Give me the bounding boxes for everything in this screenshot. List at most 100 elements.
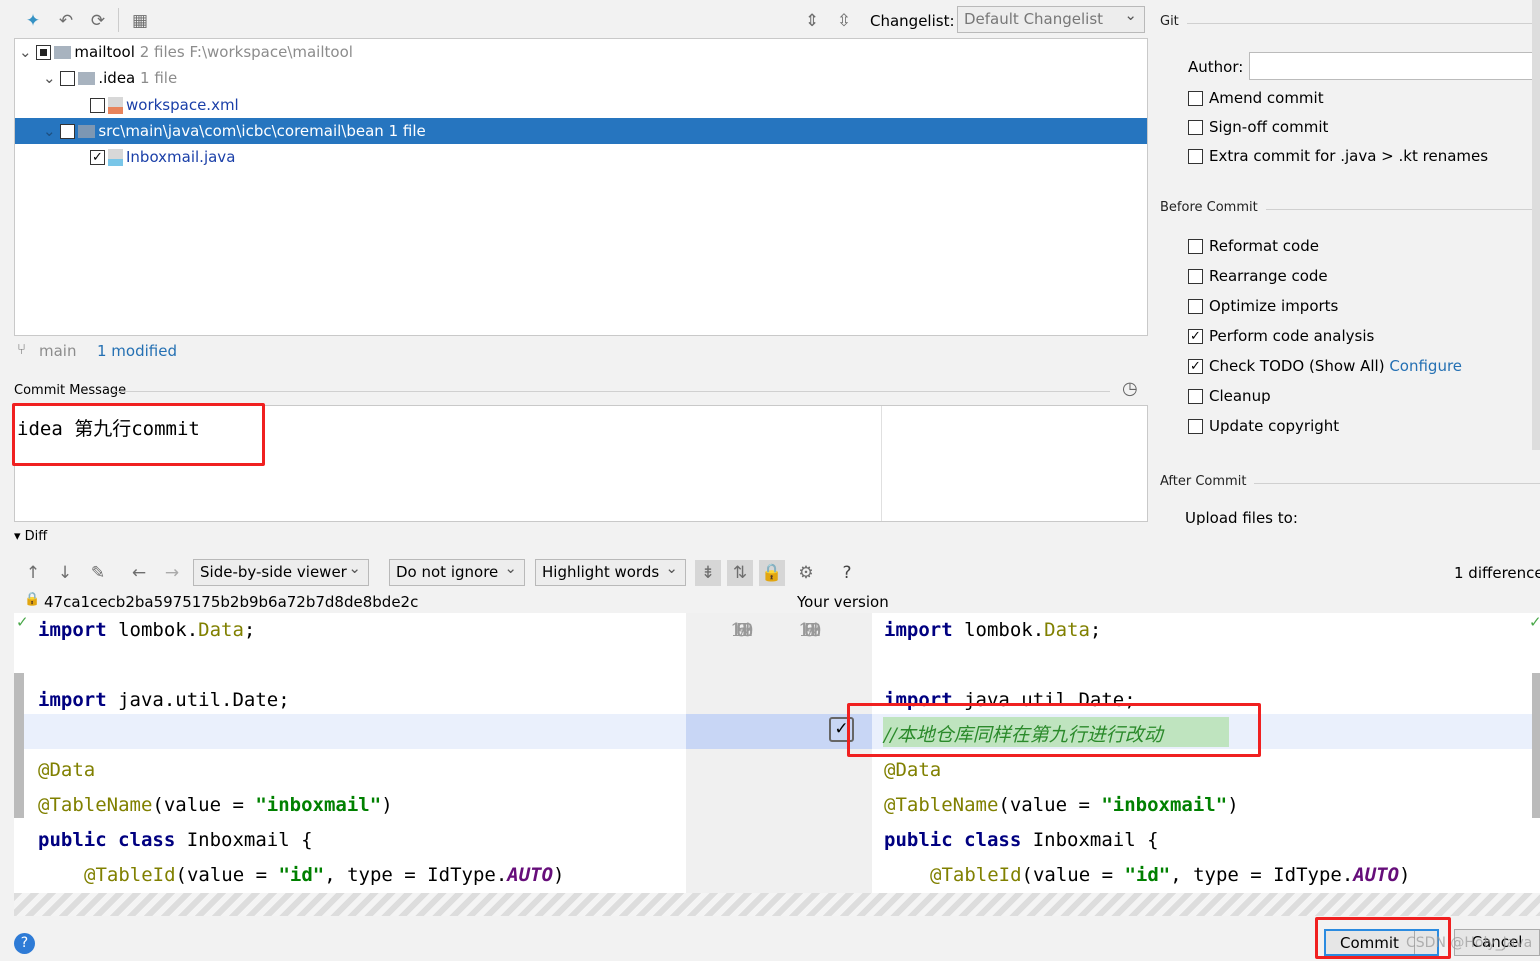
tree-row-mailtool[interactable]: ⌄ mailtool 2 files F:\workspace\mailtool: [15, 39, 1147, 65]
option-label: Amend commit: [1209, 89, 1324, 107]
changelist-dropdown[interactable]: Default Changelist: [957, 3, 1145, 33]
code-analysis-option[interactable]: Perform code analysis: [1188, 327, 1374, 345]
checkbox[interactable]: [1188, 269, 1203, 284]
code-token: ): [1399, 864, 1411, 886]
collapse-all-icon[interactable]: ⇳: [833, 11, 855, 31]
check-todo-option[interactable]: Check TODO (Show All) Configure: [1188, 357, 1462, 375]
checkbox-mailtool[interactable]: [36, 45, 52, 60]
collapse-unchanged-icon[interactable]: ⇟: [695, 560, 721, 586]
configure-link[interactable]: Configure: [1389, 357, 1462, 375]
back-icon[interactable]: ←: [128, 563, 150, 583]
edit-icon[interactable]: ✎: [87, 563, 109, 583]
tree-row-bean[interactable]: ⌄ src\main\java\com\icbc\coremail\bean 1…: [15, 118, 1147, 144]
code-token: lombok.: [106, 619, 199, 641]
highlight-dropdown[interactable]: Highlight words: [535, 556, 686, 586]
rearrange-option[interactable]: Rearrange code: [1188, 267, 1328, 285]
checkbox[interactable]: [1188, 359, 1203, 374]
ignore-dropdown[interactable]: Do not ignore: [389, 556, 525, 586]
undo-icon[interactable]: ↶: [55, 11, 77, 31]
tree-row-workspace[interactable]: workspace.xml: [15, 92, 1147, 118]
collapse-icon[interactable]: ✦: [22, 11, 44, 31]
branch-name[interactable]: main: [39, 342, 76, 360]
reformat-option[interactable]: Reformat code: [1188, 237, 1319, 255]
checkbox-bean[interactable]: [60, 124, 76, 139]
code-token: "id": [278, 864, 325, 886]
diff-viewer[interactable]: ✓ ✓ ✓ import lombok.Data; import java.ut…: [14, 613, 1540, 916]
code-token: ): [553, 864, 565, 886]
java-file-icon: [108, 149, 123, 166]
right-margin: [881, 406, 882, 521]
checkbox[interactable]: [1188, 419, 1203, 434]
code-token: (value =: [175, 864, 279, 886]
checkbox-workspace[interactable]: [90, 98, 105, 113]
next-diff-icon[interactable]: ↓: [54, 563, 76, 583]
code-token: , type = IdType.: [1170, 864, 1354, 886]
changelist-label: Changelist:: [870, 12, 955, 30]
sign-off-option[interactable]: Sign-off commit: [1188, 118, 1328, 136]
option-label: Update copyright: [1209, 417, 1340, 435]
collapsed-region[interactable]: [14, 893, 1540, 916]
tree-row-idea[interactable]: ⌄ .idea 1 file: [15, 65, 1147, 91]
node-name: workspace.xml: [126, 96, 239, 114]
gutter: [686, 613, 872, 916]
code-token: AUTO: [1353, 864, 1400, 886]
expand-all-icon[interactable]: ⇕: [801, 11, 823, 31]
viewer-dropdown[interactable]: Side-by-side viewer: [193, 556, 369, 586]
extra-commit-option[interactable]: Extra commit for .java > .kt renames: [1188, 147, 1488, 165]
code-token: (value =: [998, 794, 1102, 816]
help-button[interactable]: ?: [14, 933, 35, 954]
code-token: Data: [198, 619, 244, 641]
checkbox[interactable]: [1188, 389, 1203, 404]
update-copyright-option[interactable]: Update copyright: [1188, 417, 1339, 435]
author-input[interactable]: [1249, 52, 1540, 80]
help-icon[interactable]: ?: [836, 563, 858, 583]
code-token: java.util.Date;: [106, 689, 290, 711]
code-token: ;: [1089, 619, 1102, 641]
before-commit-label: Before Commit: [1160, 200, 1540, 215]
code-token: Inboxmail {: [1021, 829, 1159, 851]
tree-row-inboxmail[interactable]: Inboxmail.java: [15, 144, 1147, 170]
watermark: CSDN @Holy_Java: [1406, 935, 1533, 951]
changed-line-left: [14, 714, 686, 749]
highlight-box: [12, 403, 265, 466]
group-by-icon[interactable]: ▦: [129, 11, 151, 31]
code-token: ): [1227, 794, 1239, 816]
right-scrollbar[interactable]: [1532, 673, 1540, 818]
option-label: Check TODO (Show All): [1209, 357, 1385, 375]
code-token: lombok.: [952, 619, 1045, 641]
checkbox[interactable]: [1188, 239, 1203, 254]
checkbox[interactable]: [1188, 120, 1203, 135]
option-label: Rearrange code: [1209, 267, 1328, 285]
sync-scroll-icon[interactable]: ⇅: [727, 560, 753, 586]
amend-commit-option[interactable]: Amend commit: [1188, 89, 1324, 107]
checkbox-inboxmail[interactable]: [90, 150, 105, 165]
scrollbar[interactable]: [1532, 0, 1540, 450]
folder-icon: [78, 125, 96, 138]
diff-label: Diff: [24, 529, 48, 544]
node-path: F:\workspace\mailtool: [189, 43, 353, 61]
settings-gear-icon[interactable]: ⚙: [795, 563, 817, 583]
code-token: "inboxmail": [255, 794, 382, 816]
diff-toggle[interactable]: ▾ Diff: [14, 529, 47, 544]
checkbox[interactable]: [1188, 91, 1203, 106]
author-label: Author:: [1188, 58, 1244, 76]
checkbox[interactable]: [1188, 329, 1203, 344]
refresh-icon[interactable]: ⟳: [87, 11, 109, 31]
upload-files-label: Upload files to:: [1185, 509, 1298, 525]
lock-icon[interactable]: 🔒: [759, 560, 785, 586]
optimize-imports-option[interactable]: Optimize imports: [1188, 297, 1338, 315]
checkbox-idea[interactable]: [60, 71, 76, 86]
modified-link[interactable]: 1 modified: [97, 342, 177, 360]
module-icon: [54, 46, 72, 59]
forward-icon[interactable]: →: [161, 563, 183, 583]
checkbox[interactable]: [1188, 299, 1203, 314]
code-token: ): [381, 794, 393, 816]
code-token: "inboxmail": [1101, 794, 1228, 816]
left-scrollbar[interactable]: [14, 673, 24, 818]
node-name: Inboxmail.java: [126, 148, 236, 166]
lock-icon: 🔒: [24, 592, 41, 607]
history-icon[interactable]: ◷: [1122, 378, 1138, 399]
cleanup-option[interactable]: Cleanup: [1188, 387, 1271, 405]
checkbox[interactable]: [1188, 149, 1203, 164]
prev-diff-icon[interactable]: ↑: [22, 563, 44, 583]
